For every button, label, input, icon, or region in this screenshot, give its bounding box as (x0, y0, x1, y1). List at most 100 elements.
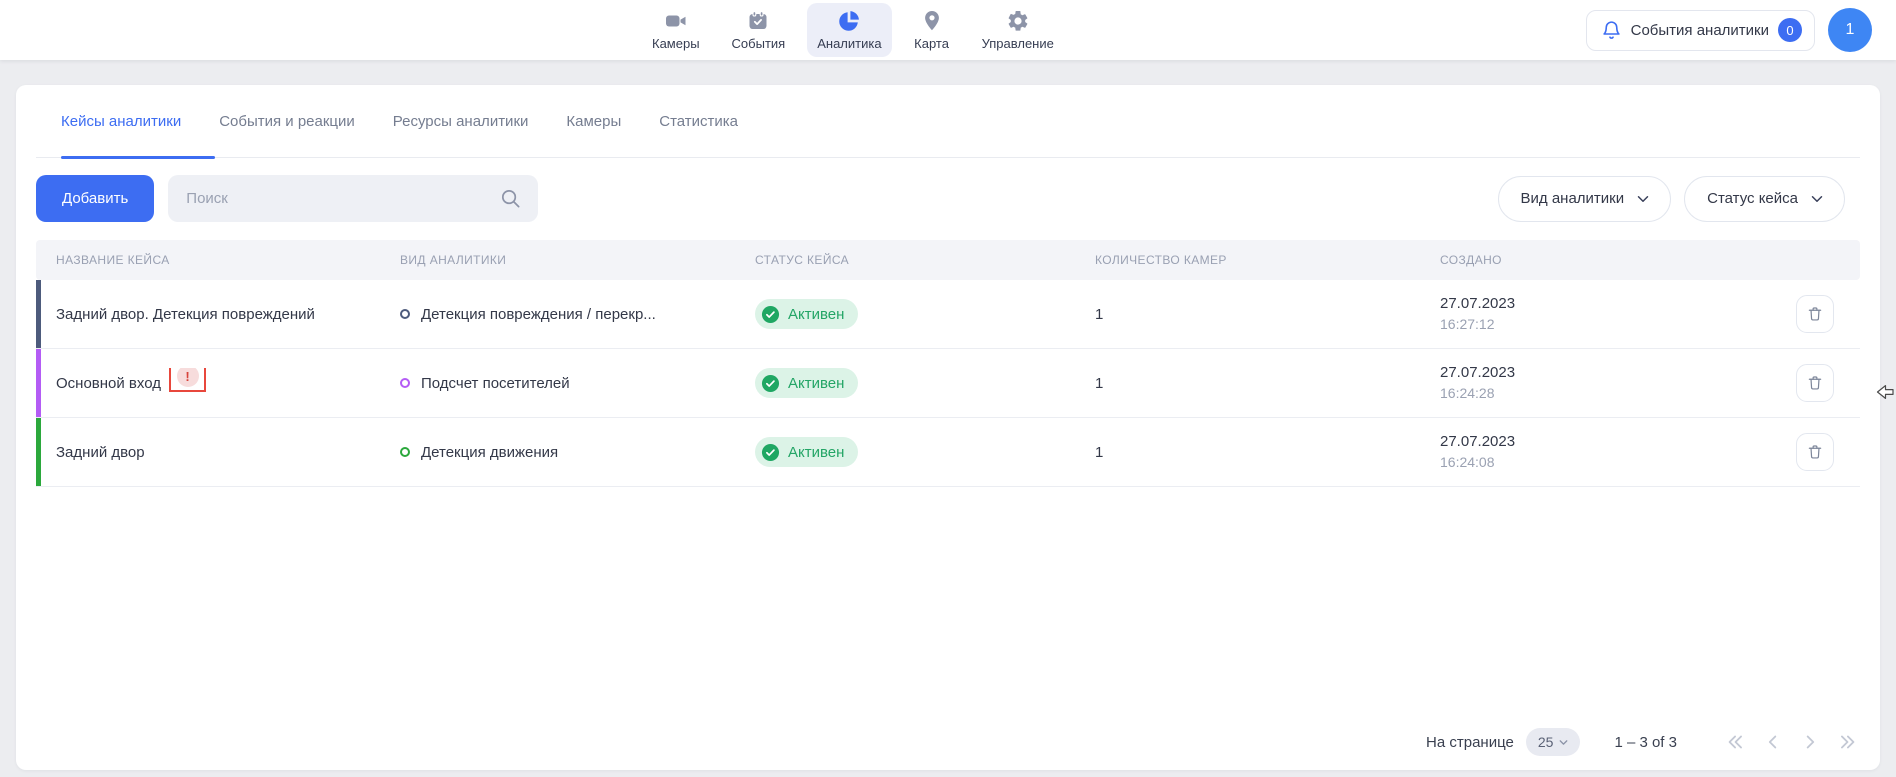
created-date: 27.07.2023 (1440, 363, 1790, 383)
map-pin-icon (920, 9, 944, 33)
check-circle-icon (761, 305, 780, 324)
nav-item-management[interactable]: Управление (972, 3, 1064, 57)
created-date: 27.07.2023 (1440, 432, 1790, 452)
column-header-case-status: СТАТУС КЕЙСА (755, 253, 1095, 267)
per-page-select[interactable]: 25 (1526, 728, 1581, 756)
delete-case-button[interactable] (1796, 364, 1834, 402)
nav-item-events[interactable]: События (722, 3, 796, 57)
table-header: НАЗВАНИЕ КЕЙСА ВИД АНАЛИТИКИ СТАТУС КЕЙС… (36, 240, 1860, 280)
gear-icon (1006, 9, 1030, 33)
filter-case-status[interactable]: Статус кейса (1684, 176, 1845, 222)
delete-case-button[interactable] (1796, 433, 1834, 471)
next-page-button[interactable] (1799, 731, 1821, 753)
analytics-events-button[interactable]: События аналитики 0 (1586, 10, 1815, 51)
column-header-camera-count: КОЛИЧЕСТВО КАМЕР (1095, 253, 1440, 267)
last-page-button[interactable] (1836, 731, 1858, 753)
camera-icon (664, 9, 688, 33)
section-tabs: Кейсы аналитики События и реакции Ресурс… (36, 85, 1860, 158)
camera-count-cell: 1 (1095, 444, 1440, 461)
top-header-bar: Камеры События Аналитика Карта Управлени (0, 0, 1896, 60)
actions-cell (1790, 295, 1860, 333)
created-time: 16:27:12 (1440, 314, 1790, 334)
bell-icon (1601, 20, 1622, 41)
check-circle-icon (761, 374, 780, 393)
mouse-cursor (1876, 384, 1894, 400)
nav-item-map[interactable]: Карта (904, 3, 960, 57)
case-name: Задний двор. Детекция повреждений (56, 306, 315, 323)
user-avatar[interactable]: 1 (1828, 8, 1872, 52)
first-page-button[interactable] (1725, 731, 1747, 753)
prev-page-button[interactable] (1762, 731, 1784, 753)
double-chevron-right-icon (1836, 731, 1858, 753)
tab-statistics[interactable]: Статистика (659, 85, 738, 158)
events-count-badge: 0 (1778, 18, 1802, 42)
filter-analytics-type[interactable]: Вид аналитики (1498, 176, 1672, 222)
analytics-type-cell: Подсчет посетителей (400, 375, 755, 392)
analytics-type-dot-icon (400, 378, 410, 388)
actions-cell (1790, 433, 1860, 471)
nav-label: Аналитика (817, 36, 881, 51)
case-name: Задний двор (56, 444, 145, 461)
analytics-type-cell: Детекция повреждения / перекр... (400, 306, 755, 323)
events-calendar-icon (746, 9, 770, 33)
row-accent-bar (36, 418, 41, 486)
created-time: 16:24:28 (1440, 383, 1790, 403)
pagination-range: 1 – 3 of 3 (1614, 734, 1677, 751)
chevron-down-icon (1557, 736, 1570, 749)
analytics-type-cell: Детекция движения (400, 444, 755, 461)
nav-item-analytics[interactable]: Аналитика (807, 3, 891, 57)
status-cell: Активен (755, 368, 1095, 398)
status-label: Активен (788, 444, 844, 461)
chevron-down-icon (1634, 190, 1652, 208)
nav-label: Карта (914, 36, 949, 51)
analytics-type-dot-icon (400, 309, 410, 319)
column-header-case-name: НАЗВАНИЕ КЕЙСА (36, 253, 400, 267)
analytics-pie-icon (837, 9, 861, 33)
pagination-bar: На странице 25 1 – 3 of 3 (1426, 728, 1858, 756)
case-name: Основной вход (56, 375, 161, 392)
case-name-cell: Основной вход ! (36, 368, 400, 399)
status-label: Активен (788, 306, 844, 323)
case-name-cell: Задний двор (36, 444, 400, 461)
chevron-down-icon (1808, 190, 1826, 208)
tab-analytics-cases[interactable]: Кейсы аналитики (61, 85, 181, 158)
warning-exclamation-icon: ! (177, 368, 199, 388)
row-accent-bar (36, 349, 41, 417)
per-page-label: На странице (1426, 734, 1514, 751)
created-cell: 27.07.2023 16:27:12 (1440, 294, 1790, 334)
table-row[interactable]: Основной вход ! Подсчет посетителей Акти… (36, 349, 1860, 418)
table-row[interactable]: Задний двор Детекция движения Активен 1 … (36, 418, 1860, 487)
analytics-type-dot-icon (400, 447, 410, 457)
created-cell: 27.07.2023 16:24:08 (1440, 432, 1790, 472)
search-input[interactable] (168, 175, 538, 222)
delete-case-button[interactable] (1796, 295, 1834, 333)
table-row[interactable]: Задний двор. Детекция повреждений Детекц… (36, 280, 1860, 349)
status-cell: Активен (755, 299, 1095, 329)
status-label: Активен (788, 375, 844, 392)
tab-analytics-resources[interactable]: Ресурсы аналитики (393, 85, 529, 158)
double-chevron-left-icon (1725, 731, 1747, 753)
warning-annotation-box[interactable]: ! (169, 368, 206, 392)
row-accent-bar (36, 280, 41, 348)
created-cell: 27.07.2023 16:24:28 (1440, 363, 1790, 403)
nav-item-cameras[interactable]: Камеры (642, 3, 710, 57)
tab-cameras[interactable]: Камеры (566, 85, 621, 158)
status-badge: Активен (755, 368, 858, 398)
add-button[interactable]: Добавить (36, 175, 154, 222)
column-header-created: СОЗДАНО (1440, 253, 1790, 267)
filter-label: Вид аналитики (1521, 190, 1625, 207)
camera-count-cell: 1 (1095, 375, 1440, 392)
search-field-wrap (168, 175, 538, 222)
tab-events-reactions[interactable]: События и реакции (219, 85, 355, 158)
status-badge: Активен (755, 299, 858, 329)
search-icon (499, 187, 522, 210)
filter-label: Статус кейса (1707, 190, 1798, 207)
analytics-type-label: Подсчет посетителей (421, 375, 570, 392)
created-time: 16:24:08 (1440, 452, 1790, 472)
pager-controls (1725, 731, 1858, 753)
case-name-cell: Задний двор. Детекция повреждений (36, 306, 400, 323)
nav-label: События (732, 36, 786, 51)
analytics-events-label: События аналитики (1631, 22, 1769, 39)
analytics-type-label: Детекция повреждения / перекр... (421, 306, 656, 323)
status-cell: Активен (755, 437, 1095, 467)
